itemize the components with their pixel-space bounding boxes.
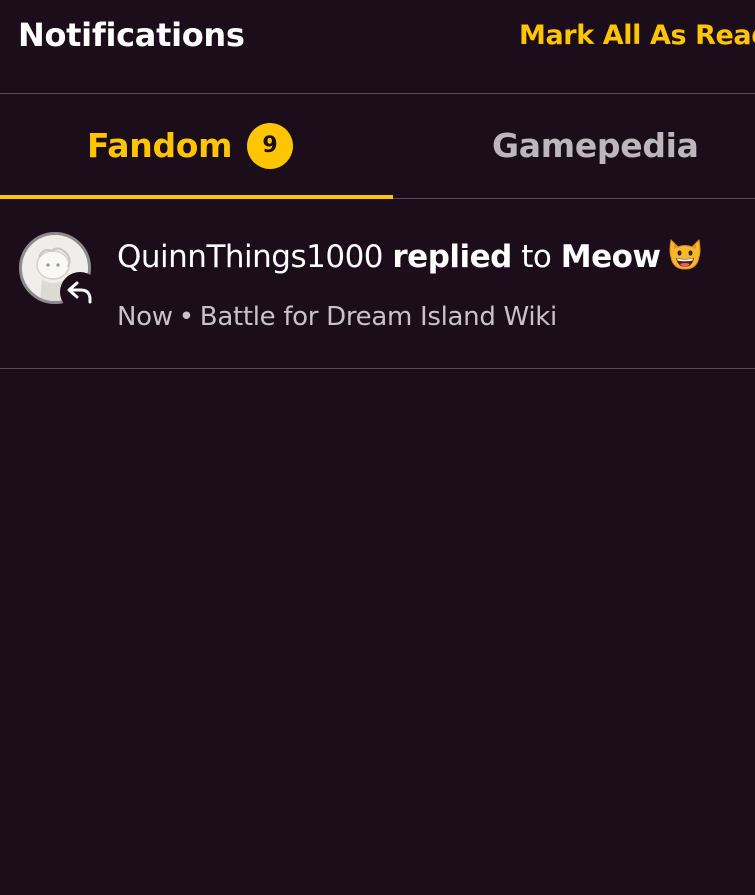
page-title: Notifications: [18, 16, 245, 54]
notification-time: Now: [117, 302, 173, 332]
notification-target: Meow: [560, 239, 661, 275]
notification-user: QuinnThings1000: [117, 239, 384, 275]
grinning-cat-emoji-icon: [667, 237, 703, 279]
notifications-header: Notifications Mark All As Read: [0, 0, 755, 94]
tab-gamepedia-label: Gamepedia: [492, 126, 699, 165]
tab-gamepedia[interactable]: Gamepedia: [393, 94, 755, 198]
meta-separator: •: [178, 302, 194, 332]
notification-wiki: Battle for Dream Island Wiki: [199, 302, 557, 332]
unread-count-badge: 9: [247, 123, 293, 169]
notification-item[interactable]: QuinnThings1000 replied to Meow Now • Batt…: [0, 199, 755, 369]
notification-text: QuinnThings1000 replied to Meow: [117, 237, 703, 279]
tab-fandom[interactable]: Fandom 9: [0, 94, 393, 199]
notification-tabs: Fandom 9 Gamepedia: [0, 94, 755, 199]
mark-all-as-read-button[interactable]: Mark All As Read: [519, 20, 755, 51]
notifications-panel: Notifications Mark All As Read Fandom 9 …: [0, 0, 755, 895]
reply-icon: [60, 272, 100, 312]
notification-meta: Now • Battle for Dream Island Wiki: [117, 302, 557, 332]
notification-action: replied: [392, 239, 512, 275]
notification-connector: to: [521, 239, 552, 275]
tab-fandom-label: Fandom: [87, 126, 233, 165]
